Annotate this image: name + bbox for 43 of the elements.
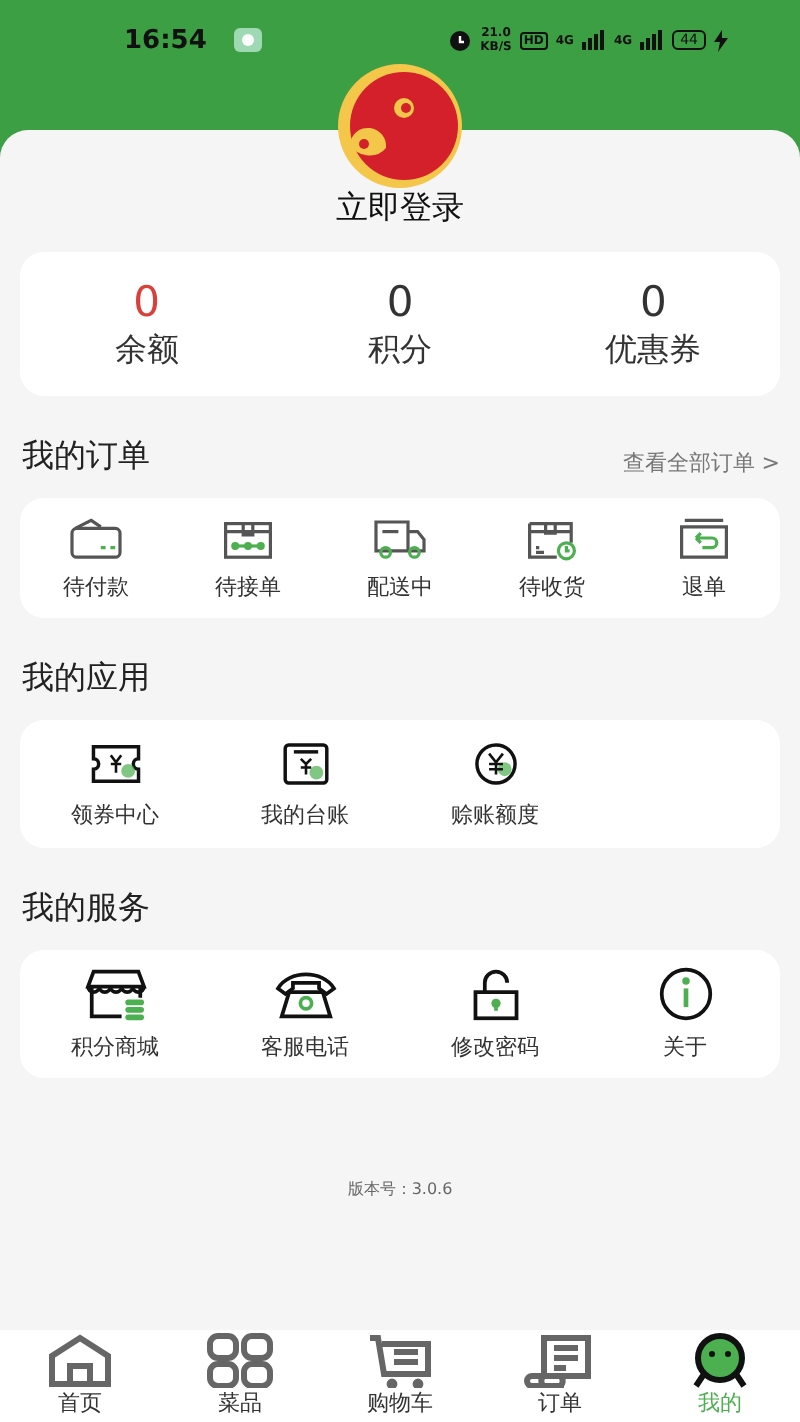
stat-label: 积分 bbox=[368, 329, 432, 371]
stat-value: 0 bbox=[133, 277, 161, 325]
menu-item[interactable]: 修改密码 bbox=[400, 966, 590, 1062]
cart-icon bbox=[364, 1332, 436, 1388]
tab[interactable]: 购物车 bbox=[320, 1330, 480, 1422]
shop-icon bbox=[81, 966, 149, 1022]
stat-value: 0 bbox=[386, 277, 414, 325]
card-icon bbox=[66, 514, 126, 562]
login-link[interactable]: 立即登录 bbox=[336, 188, 464, 230]
menu-item[interactable]: 待接单 bbox=[172, 514, 324, 602]
menu-item[interactable]: 赊账额度 bbox=[400, 736, 590, 832]
home-icon bbox=[44, 1332, 116, 1388]
document-icon bbox=[524, 1332, 596, 1388]
tab[interactable]: 菜品 bbox=[160, 1330, 320, 1422]
stat-value: 0 bbox=[639, 277, 667, 325]
charging-icon bbox=[714, 29, 728, 51]
alarm-icon bbox=[448, 28, 473, 52]
menu-item[interactable]: 我的台账 bbox=[210, 736, 400, 832]
notification-icon bbox=[234, 28, 263, 52]
status-time: 16:54 bbox=[124, 25, 207, 55]
version-text: 版本号：3.0.6 bbox=[347, 1178, 453, 1200]
menu-item[interactable]: 退单 bbox=[628, 514, 780, 602]
logo-icon bbox=[338, 64, 462, 188]
section-title: 我的订单 bbox=[22, 436, 150, 478]
section-title: 我的应用 bbox=[22, 658, 150, 700]
section-title: 我的服务 bbox=[22, 888, 150, 930]
stat-label: 余额 bbox=[114, 329, 179, 371]
view-all-link[interactable]: 查看全部订单 > bbox=[622, 448, 780, 478]
menu-item[interactable]: 积分商城 bbox=[20, 966, 210, 1062]
truck-icon bbox=[370, 514, 430, 562]
signal-icon bbox=[581, 30, 606, 50]
tab[interactable]: 订单 bbox=[480, 1330, 640, 1422]
menu-item[interactable]: 客服电话 bbox=[210, 966, 400, 1062]
grid-icon bbox=[204, 1332, 276, 1388]
menu-item[interactable]: 关于 bbox=[590, 966, 780, 1062]
menu-item[interactable]: 领券中心 bbox=[20, 736, 210, 832]
stat-label: 优惠券 bbox=[605, 329, 702, 371]
tab[interactable]: 首页 bbox=[0, 1330, 160, 1422]
menu-item[interactable]: 待收货 bbox=[476, 514, 628, 602]
menu-item[interactable]: 配送中 bbox=[324, 514, 476, 602]
signal-icon bbox=[640, 30, 665, 50]
menu-item[interactable]: 待付款 bbox=[20, 514, 172, 602]
box-return-icon bbox=[674, 514, 734, 562]
